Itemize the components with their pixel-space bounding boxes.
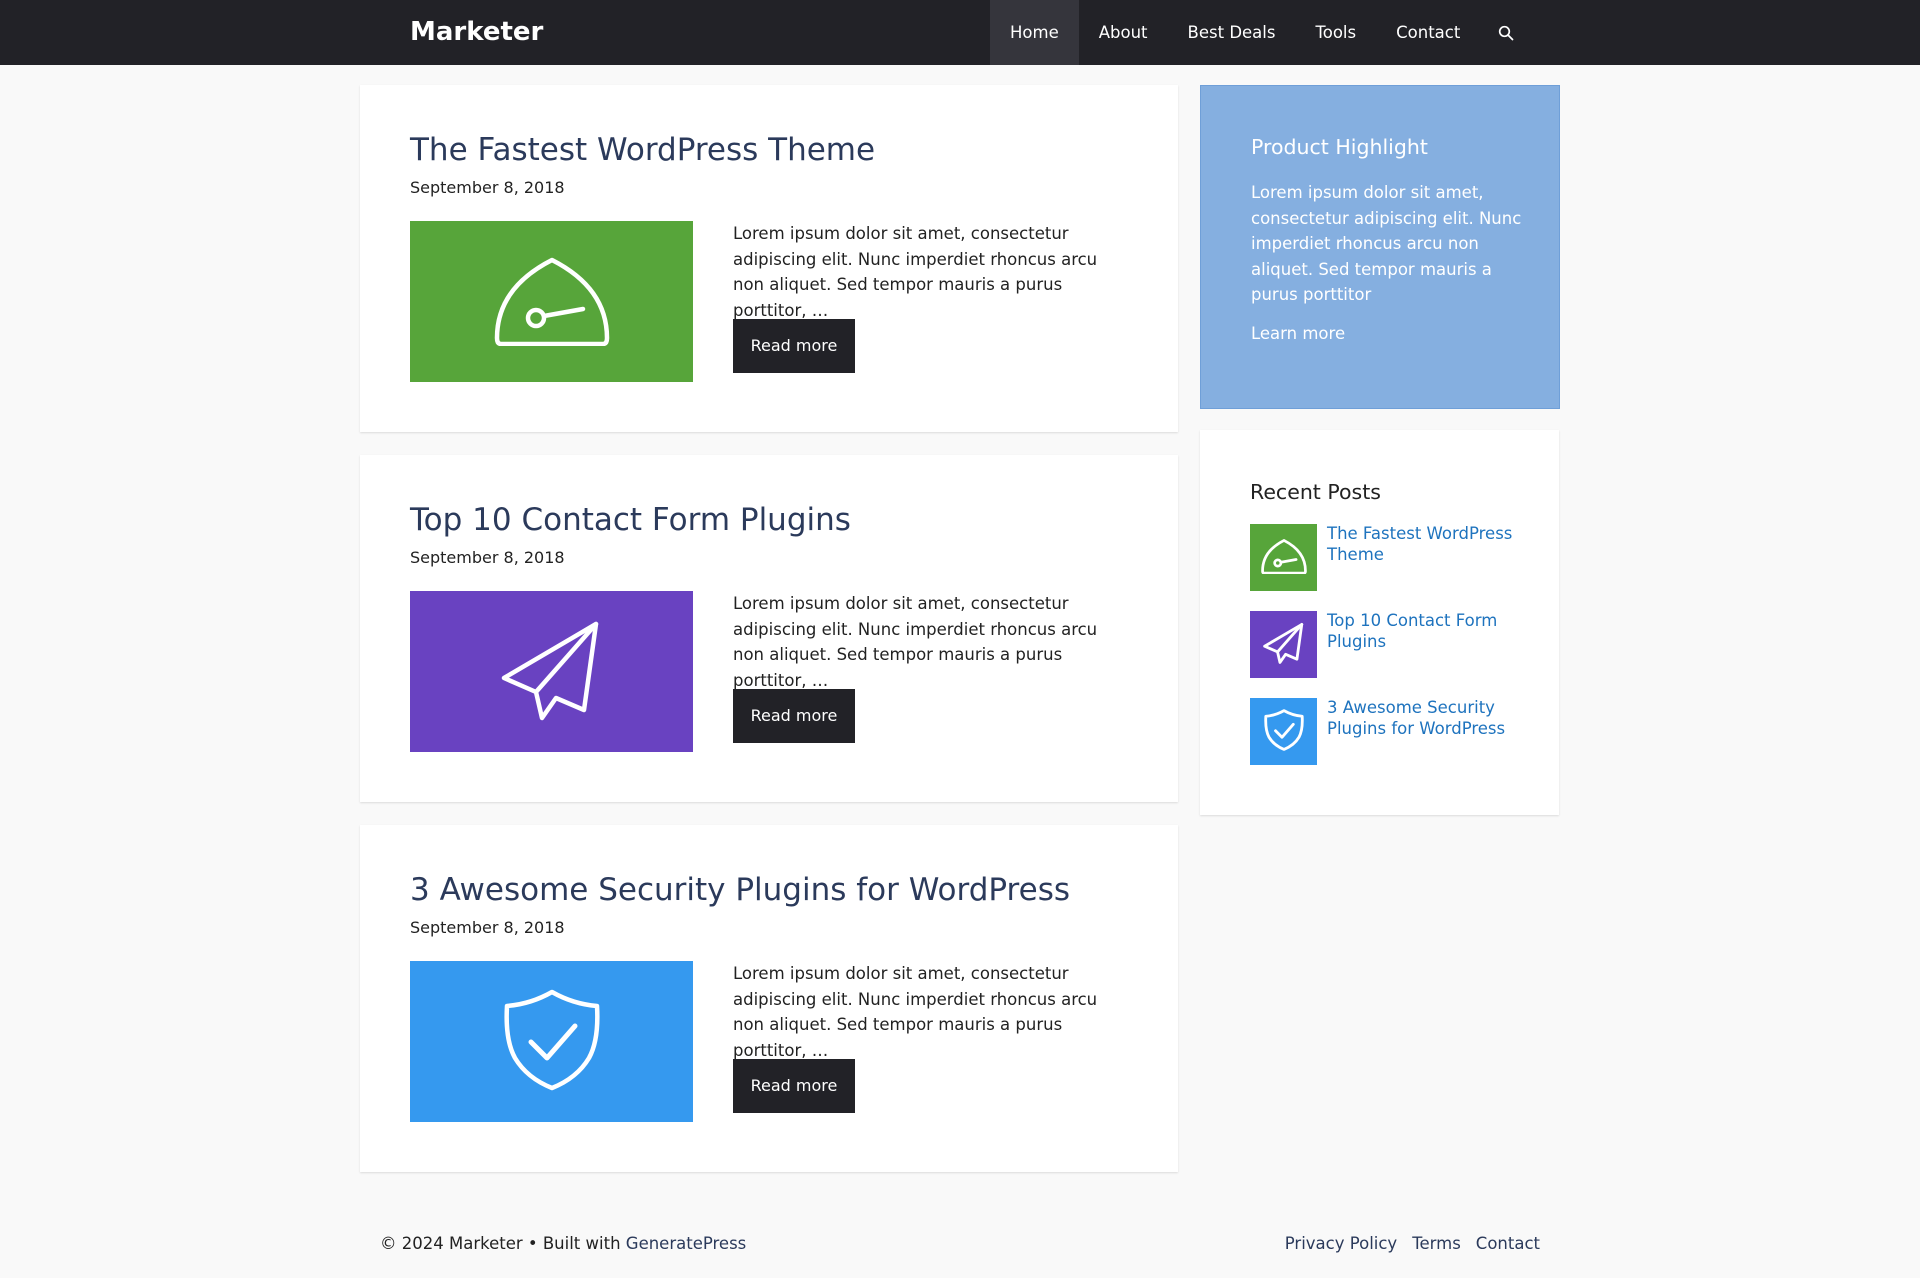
recent-post-link[interactable]: The Fastest WordPress Theme [1327,524,1527,565]
widget-title: Recent Posts [1250,480,1381,504]
copyright: © 2024 Marketer • Built with GeneratePre… [380,1234,746,1253]
post-card: 3 Awesome Security Plugins for WordPress… [360,825,1178,1172]
main-navigation: Home About Best Deals Tools Contact [990,0,1532,65]
speedometer-icon [493,254,611,350]
read-more-button[interactable]: Read more [733,1059,855,1113]
nav-item-about[interactable]: About [1079,0,1168,65]
post-excerpt: Lorem ipsum dolor sit amet, consectetur … [733,224,1098,320]
recent-post-thumbnail[interactable] [1250,611,1317,678]
nav-item-best-deals[interactable]: Best Deals [1168,0,1296,65]
site-header: Marketer Home About Best Deals Tools Con… [0,0,1920,65]
post-date: September 8, 2018 [410,548,565,567]
post-date: September 8, 2018 [410,178,565,197]
recent-post-thumbnail[interactable] [1250,698,1317,765]
recent-post-item: The Fastest WordPress Theme [1250,524,1530,592]
post-title[interactable]: The Fastest WordPress Theme [410,132,875,168]
post-thumbnail[interactable] [410,961,693,1122]
footer-link-contact[interactable]: Contact [1476,1234,1540,1253]
footer-navigation: Privacy Policy Terms Contact [1285,1234,1540,1253]
post-excerpt: Lorem ipsum dolor sit amet, consectetur … [733,964,1098,1060]
recent-post-item: 3 Awesome Security Plugins for WordPress [1250,698,1530,766]
shield-check-icon [1263,708,1304,755]
recent-posts-widget: Recent Posts The Fastest WordPress Theme… [1200,430,1559,815]
post-excerpt: Lorem ipsum dolor sit amet, consectetur … [733,594,1098,690]
copyright-text: © 2024 Marketer • Built with [380,1234,626,1253]
post-title[interactable]: Top 10 Contact Form Plugins [410,502,851,538]
site-title[interactable]: Marketer [410,0,543,65]
recent-post-link[interactable]: 3 Awesome Security Plugins for WordPress [1327,698,1527,739]
nav-item-contact[interactable]: Contact [1376,0,1480,65]
widget-title: Product Highlight [1251,135,1428,159]
read-more-button[interactable]: Read more [733,319,855,373]
post-card: Top 10 Contact Form Plugins September 8,… [360,455,1178,802]
nav-item-home[interactable]: Home [990,0,1079,65]
widget-text: Lorem ipsum dolor sit amet, consectetur … [1251,183,1522,304]
paper-plane-icon [500,618,604,726]
footer-link-privacy-policy[interactable]: Privacy Policy [1285,1234,1397,1253]
post-card: The Fastest WordPress Theme September 8,… [360,85,1178,432]
speedometer-icon [1260,538,1307,578]
post-title[interactable]: 3 Awesome Security Plugins for WordPress [410,872,1070,908]
product-highlight-widget: Product Highlight Lorem ipsum dolor sit … [1200,85,1560,409]
learn-more-link[interactable]: Learn more [1251,324,1345,343]
shield-check-icon [503,988,601,1096]
read-more-button[interactable]: Read more [733,689,855,743]
recent-post-item: Top 10 Contact Form Plugins [1250,611,1530,679]
recent-post-thumbnail[interactable] [1250,524,1317,591]
footer-link-terms[interactable]: Terms [1412,1234,1461,1253]
generatepress-link[interactable]: GeneratePress [626,1234,747,1253]
post-thumbnail[interactable] [410,591,693,752]
recent-post-link[interactable]: Top 10 Contact Form Plugins [1327,611,1527,652]
post-date: September 8, 2018 [410,918,565,937]
post-thumbnail[interactable] [410,221,693,382]
paper-plane-icon [1262,622,1305,668]
search-icon[interactable] [1480,0,1532,65]
nav-item-tools[interactable]: Tools [1295,0,1376,65]
